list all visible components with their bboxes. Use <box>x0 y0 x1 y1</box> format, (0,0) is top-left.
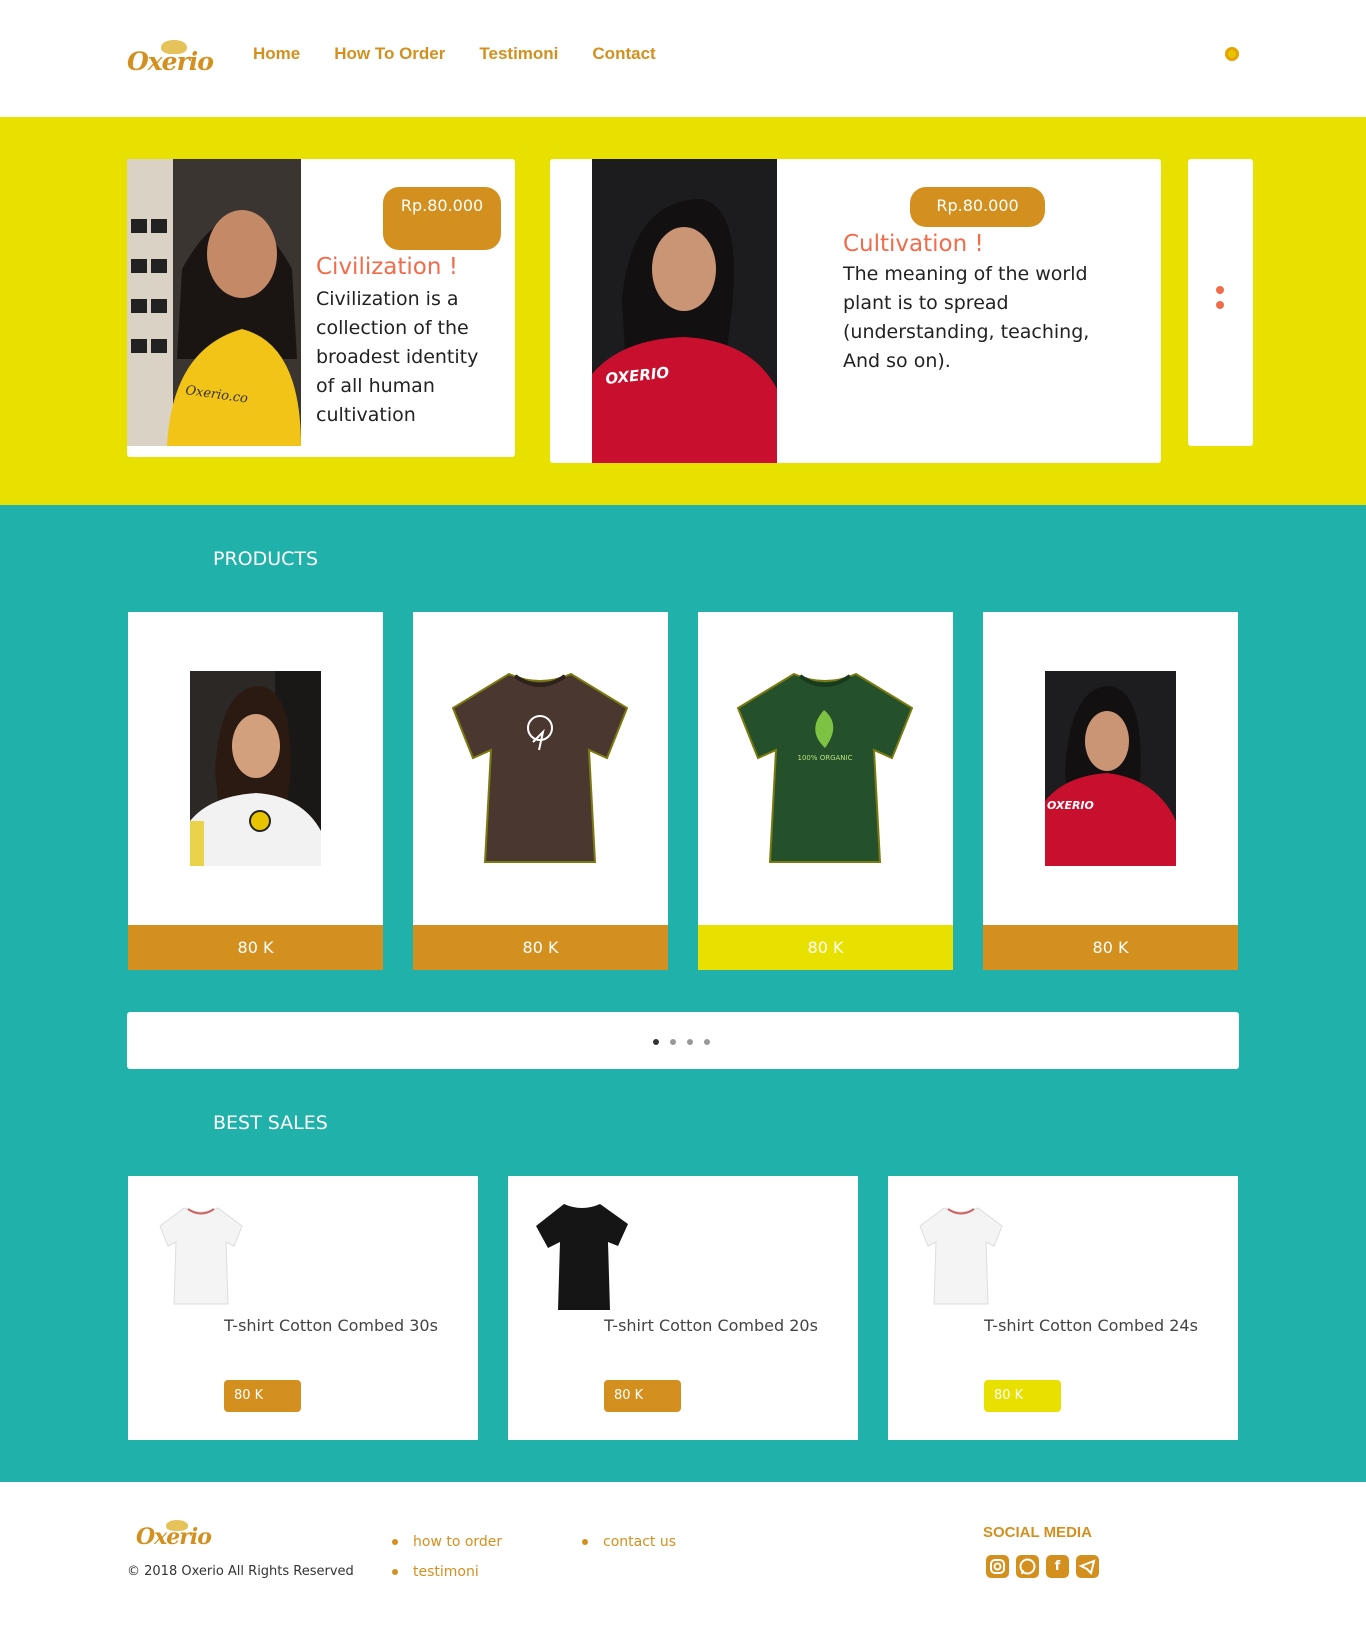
white-tshirt-icon <box>159 1207 243 1305</box>
best-sale-card[interactable]: T-shirt Cotton Combed 20s 80 K <box>508 1176 858 1440</box>
hero-price-pill[interactable]: Rp.80.000 <box>910 187 1045 227</box>
best-sale-name: T-shirt Cotton Combed 20s <box>604 1316 818 1335</box>
nav-contact[interactable]: Contact <box>592 44 655 64</box>
hero-carousel: Oxerio.co Rp.80.000 Civilization ! Civil… <box>0 117 1366 505</box>
desc-line: plant is to spread <box>843 292 1009 314</box>
product-card[interactable]: OXERIO 80 K <box>983 612 1238 970</box>
product-price: 80 K <box>698 925 953 970</box>
bullet-icon <box>392 1539 398 1545</box>
hero-slide-title: Civilization ! <box>316 254 458 280</box>
brand-logo[interactable]: Oxerio <box>127 40 214 76</box>
footer-logo[interactable]: Oxerio <box>136 1520 220 1550</box>
nav-how-to-order[interactable]: How To Order <box>334 44 445 64</box>
footer-logo-text: Oxerio <box>136 1524 212 1550</box>
black-tshirt-icon <box>536 1204 628 1310</box>
footer-link-how-to-order[interactable]: how to order <box>413 1534 502 1550</box>
green-tshirt-leaf-icon: 100% ORGANIC <box>734 670 916 866</box>
best-sales-title: BEST SALES <box>213 1112 328 1134</box>
product-card[interactable]: 80 K <box>128 612 383 970</box>
footer-link-testimoni[interactable]: testimoni <box>413 1564 479 1580</box>
product-price: 80 K <box>983 925 1238 970</box>
hero-slide-title: Cultivation ! <box>843 231 984 257</box>
logo-text: Oxerio <box>127 47 214 76</box>
nav-testimoni[interactable]: Testimoni <box>479 44 558 64</box>
hero-price-pill[interactable]: Rp.80.000 <box>383 187 501 250</box>
facebook-icon[interactable]: f <box>1046 1555 1069 1578</box>
best-sale-name: T-shirt Cotton Combed 30s <box>224 1316 438 1335</box>
pager-dot[interactable] <box>704 1039 710 1045</box>
social-media-title: SOCIAL MEDIA <box>983 1524 1092 1541</box>
desc-line: And so on). <box>843 350 951 372</box>
product-photo-white-shirt <box>190 671 321 866</box>
best-sale-price[interactable]: 80 K <box>604 1380 681 1412</box>
svg-text:OXERIO: OXERIO <box>1047 799 1094 812</box>
svg-text:100% ORGANIC: 100% ORGANIC <box>797 754 852 762</box>
products-title: PRODUCTS <box>213 548 319 570</box>
product-card[interactable]: 80 K <box>413 612 668 970</box>
desc-line: (understanding, teaching, <box>843 321 1090 343</box>
hero-slide-civilization: Oxerio.co Rp.80.000 Civilization ! Civil… <box>127 159 515 457</box>
best-sale-card[interactable]: T-shirt Cotton Combed 30s 80 K <box>128 1176 478 1440</box>
nav-home[interactable]: Home <box>253 44 300 64</box>
desc-line: broadest identity <box>316 346 479 368</box>
product-price: 80 K <box>128 925 383 970</box>
telegram-icon[interactable] <box>1076 1555 1099 1578</box>
footer-link-contact-us[interactable]: contact us <box>603 1534 676 1550</box>
hero-slide-partial[interactable] <box>1188 159 1253 446</box>
hero-slide-cultivation: OXERIO Rp.80.000 Cultivation ! The meani… <box>550 159 1161 463</box>
instagram-icon[interactable] <box>986 1555 1009 1578</box>
pager-dot-active[interactable] <box>653 1039 659 1045</box>
desc-line: cultivation <box>316 404 416 426</box>
best-sale-price[interactable]: 80 K <box>224 1380 301 1412</box>
desc-line: of all human <box>316 375 435 397</box>
whatsapp-icon[interactable] <box>1016 1555 1039 1578</box>
white-tshirt-icon <box>919 1207 1003 1305</box>
copyright: © 2018 Oxerio All Rights Reserved <box>127 1564 354 1579</box>
product-photo-red-shirt: OXERIO <box>1045 671 1176 866</box>
best-sale-name: T-shirt Cotton Combed 24s <box>984 1316 1198 1335</box>
bullet-icon <box>582 1539 588 1545</box>
product-card[interactable]: 100% ORGANIC 80 K <box>698 612 953 970</box>
main-nav: Home How To Order Testimoni Contact <box>253 44 656 64</box>
pager-dot[interactable] <box>687 1039 693 1045</box>
carousel-dot-icon[interactable] <box>1216 301 1224 309</box>
best-sale-card[interactable]: T-shirt Cotton Combed 24s 80 K <box>888 1176 1238 1440</box>
hero-slide-description: Civilization is a collection of the broa… <box>316 285 506 430</box>
pager-dot[interactable] <box>670 1039 676 1045</box>
site-footer: Oxerio © 2018 Oxerio All Rights Reserved… <box>0 1482 1366 1626</box>
site-header: Oxerio Home How To Order Testimoni Conta… <box>0 0 1366 117</box>
desc-line: collection of the <box>316 317 469 339</box>
best-sale-price[interactable]: 80 K <box>984 1380 1061 1412</box>
model-photo-yellow-shirt: Oxerio.co <box>127 159 301 446</box>
hero-slide-description: The meaning of the world plant is to spr… <box>843 260 1143 376</box>
carousel-dot-icon[interactable] <box>1216 286 1224 294</box>
products-pager <box>127 1012 1239 1069</box>
brown-tshirt-icon <box>449 670 631 866</box>
desc-line: The meaning of the world <box>843 263 1088 285</box>
menu-toggle-icon[interactable] <box>1225 47 1239 61</box>
bullet-icon <box>392 1569 398 1575</box>
desc-line: Civilization is a <box>316 288 459 310</box>
model-photo-red-shirt: OXERIO <box>592 159 777 463</box>
product-price: 80 K <box>413 925 668 970</box>
